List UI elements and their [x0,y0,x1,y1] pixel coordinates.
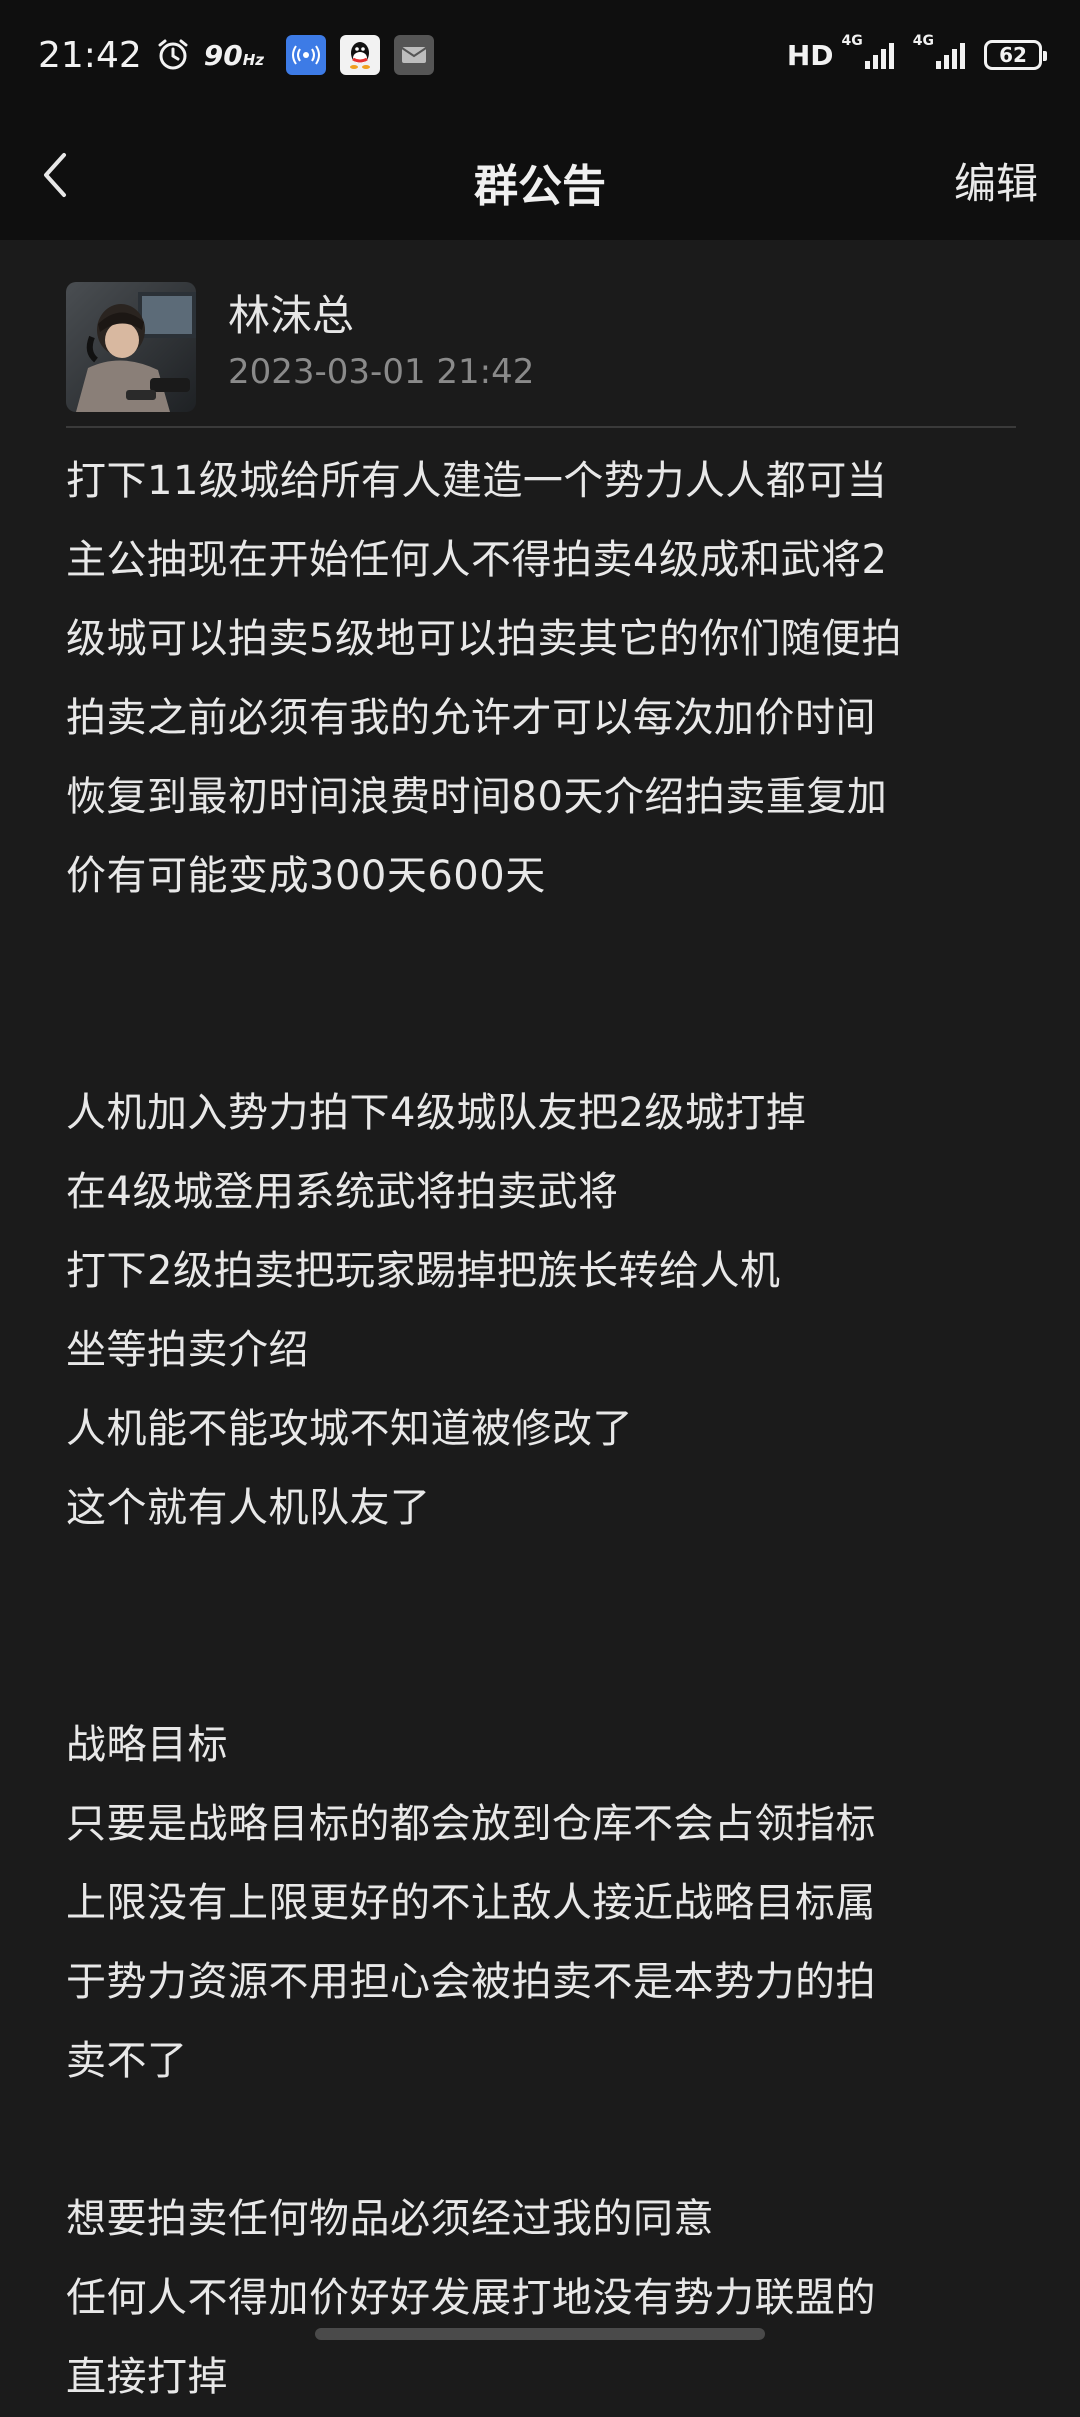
notice-body: 打下11级城给所有人建造一个势力人人都可当 主公抽现在开始任何人不得拍卖4级成和… [66,442,1016,2417]
notice-line [66,2101,1016,2180]
notice-line [66,995,1016,1074]
notice-line [66,1627,1016,1706]
notice-line [66,916,1016,995]
message-app-icon [394,35,435,75]
notice-line: 上限没有上限更好的不让敌人接近战略目标属 [66,1880,876,1926]
notice-line: 在4级城登用系统武将拍卖武将 [66,1169,619,1215]
top-app-bar: 群公告 编辑 [0,110,1080,240]
refresh-rate-unit: Hz [242,50,265,69]
notice-line: 价有可能变成300天600天 [66,853,546,899]
status-left: 21:42 90Hz [38,35,448,76]
alarm-icon [156,38,190,72]
notice-line [66,1548,1016,1627]
author-row: 林沫总 2023-03-01 21:42 [66,240,1016,412]
qq-app-icon [340,35,381,75]
avatar[interactable] [66,282,196,412]
divider [66,426,1016,428]
notice-line: 想要拍卖任何物品必须经过我的同意 [66,2196,714,2242]
notice-line: 恢复到最初时间浪费时间80天介绍拍卖重复加 [66,774,888,820]
notice-line: 直接打掉 [66,2354,228,2400]
page-title: 群公告 [474,161,606,212]
hotspot-icon [286,35,327,75]
notice-line: 打下2级拍卖把玩家踢掉把族长转给人机 [66,1248,781,1294]
network-type-2: 4G [912,32,934,49]
notice-line: 坐等拍卖介绍 [66,1327,309,1373]
signal-strength-icon [864,41,897,69]
author-name: 林沫总 [228,291,355,340]
author-info: 林沫总 2023-03-01 21:42 [228,282,534,398]
notice-line: 级城可以拍卖5级地可以拍卖其它的你们随便拍 [66,616,902,662]
network-type-1: 4G [841,32,863,49]
status-time: 21:42 [38,34,142,76]
hd-voice-indicator: HD [786,38,834,72]
refresh-rate-value: 90 [203,38,243,72]
announcement-content: 林沫总 2023-03-01 21:42 打下11级城给所有人建造一个势力人人都… [66,240,1016,2417]
notice-line: 打下11级城给所有人建造一个势力人人都可当 [66,458,888,504]
notice-line: 人机能不能攻城不知道被修改了 [66,1406,633,1452]
battery-icon: 62 [984,40,1047,70]
notice-line: 战略目标 [66,1722,228,1768]
edit-button[interactable]: 编辑 [954,150,1038,211]
status-right: HD 4G 4G 62 [786,33,1047,72]
notice-line: 拍卖之前必须有我的允许才可以每次加价时间 [66,695,876,741]
status-bar: 21:42 90Hz HD 4G 4G 62 [0,0,1080,110]
notice-line: 于势力资源不用担心会被拍卖不是本势力的拍 [66,1959,876,2005]
notice-line: 任何人不得加价好好发展打地没有势力联盟的 [66,2275,876,2321]
notice-line: 只要是战略目标的都会放到仓库不会占领指标 [66,1801,876,1847]
notice-line: 主公抽现在开始任何人不得拍卖4级成和武将2 [66,537,888,583]
home-indicator[interactable] [315,2328,765,2340]
signal-strength-icon [936,41,968,69]
notice-line: 卖不了 [66,2038,188,2084]
refresh-rate: 90Hz [204,39,264,72]
notice-line: 这个就有人机队友了 [66,1485,431,1531]
post-timestamp: 2023-03-01 21:42 [228,352,535,392]
notice-line: 人机加入势力拍下4级城队友把2级城打掉 [66,1090,807,1136]
